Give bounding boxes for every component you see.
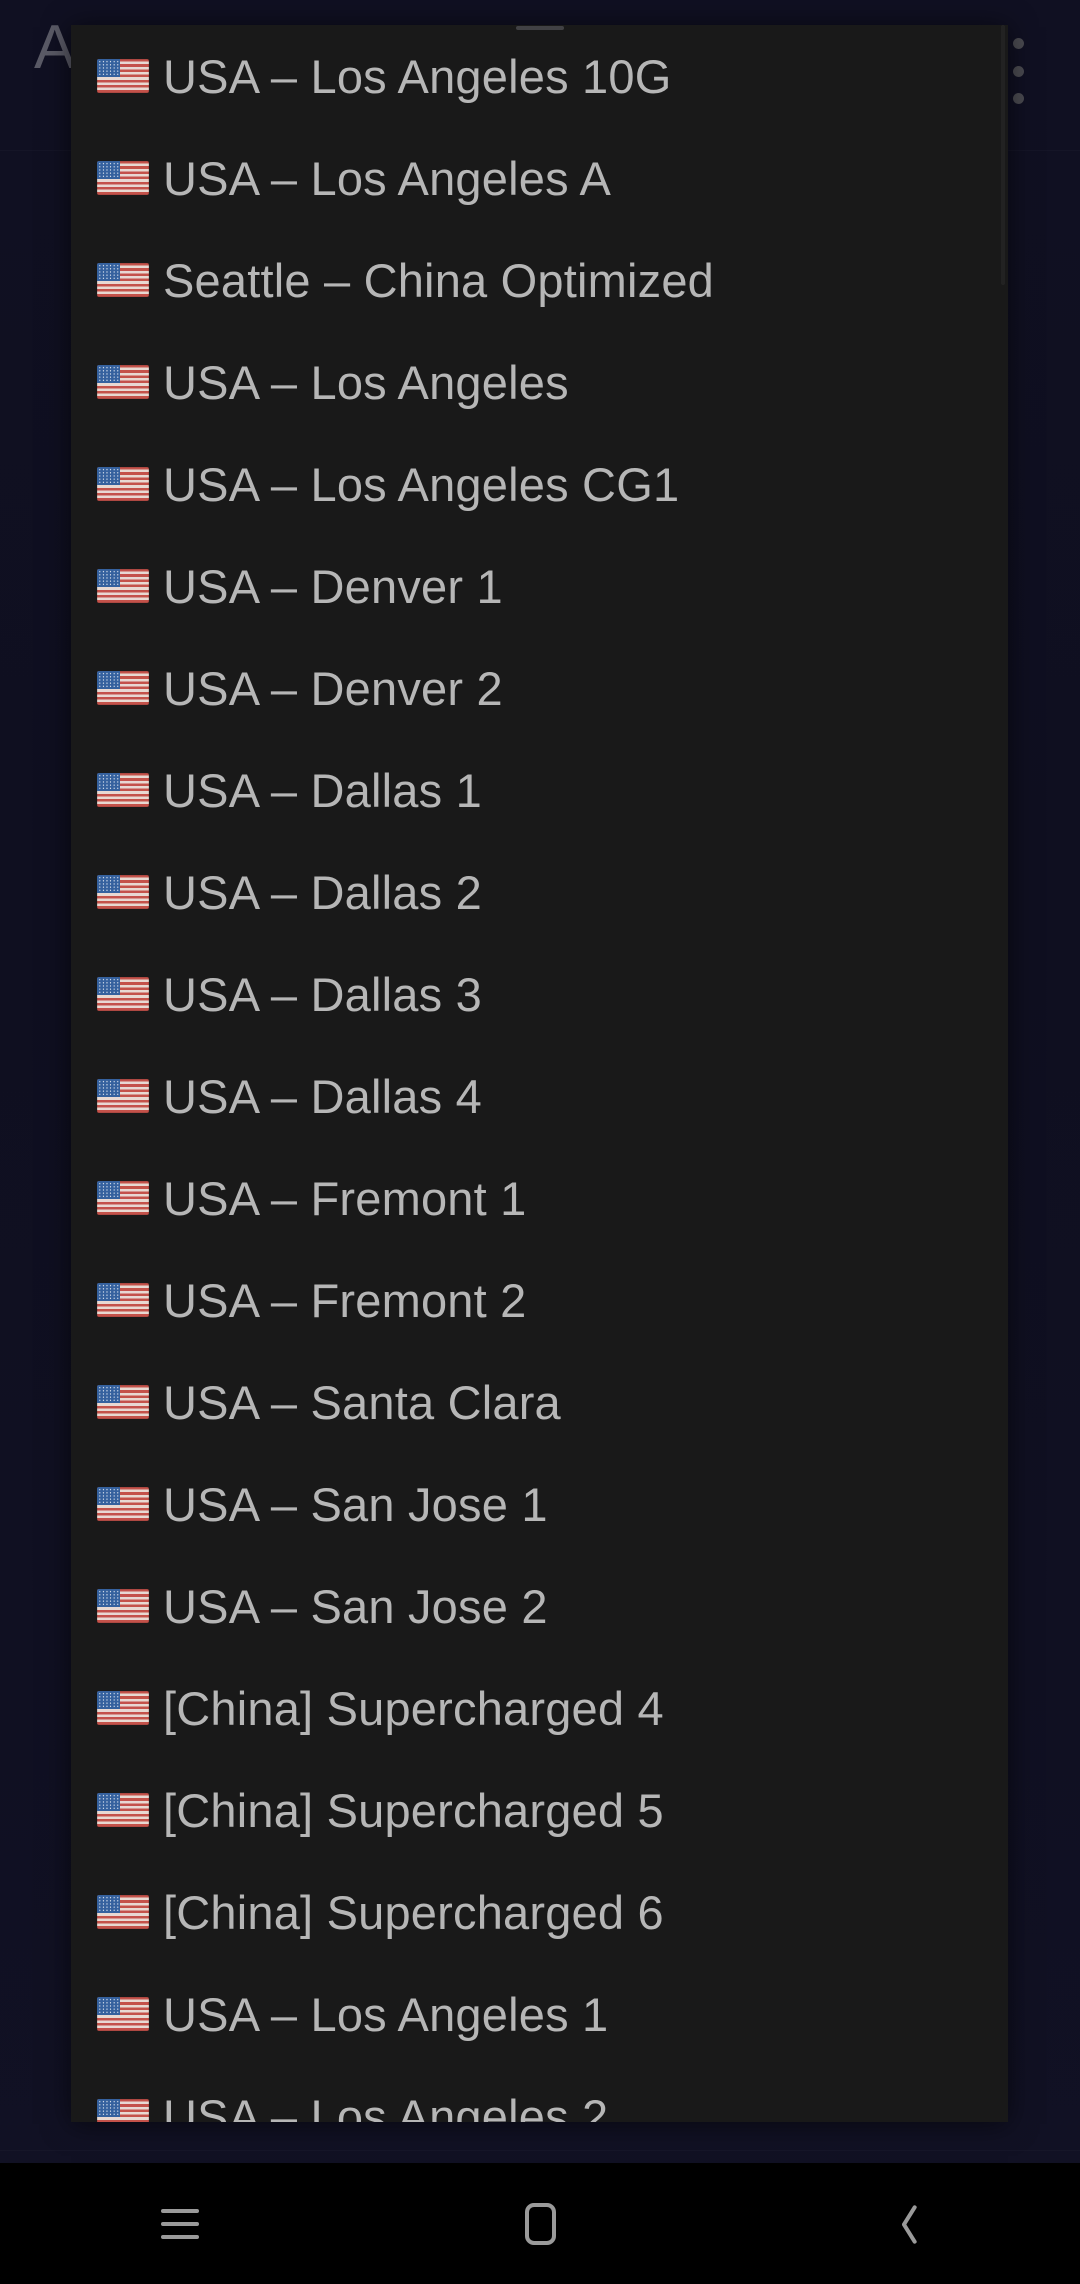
system-navigation-bar xyxy=(0,2163,1080,2284)
server-list-item[interactable]: USA – San Jose 2 xyxy=(71,1555,1008,1657)
usa-flag-icon xyxy=(97,263,149,297)
back-chevron-icon xyxy=(888,2203,912,2245)
server-list-item-label: USA – Santa Clara xyxy=(163,1375,561,1429)
server-list-item[interactable]: USA – Denver 2 xyxy=(71,637,1008,739)
server-list-item[interactable]: USA – Los Angeles CG1 xyxy=(71,433,1008,535)
usa-flag-icon xyxy=(97,1793,149,1827)
kebab-dot xyxy=(1012,38,1024,49)
server-list-item[interactable]: USA – San Jose 1 xyxy=(71,1453,1008,1555)
usa-flag-icon xyxy=(97,1589,149,1623)
phone-screen: A USA – Los Angeles 10G USA – Los Angeles… xyxy=(0,0,1080,2284)
server-list-item[interactable]: USA – Los Angeles 1 xyxy=(71,1963,1008,2065)
server-list-item[interactable]: USA – Fremont 1 xyxy=(71,1147,1008,1249)
usa-flag-icon xyxy=(97,2099,149,2122)
usa-flag-icon xyxy=(97,1691,149,1725)
usa-flag-icon xyxy=(97,671,149,705)
usa-flag-icon xyxy=(97,467,149,501)
server-list-item[interactable]: USA – Los Angeles 2 xyxy=(71,2065,1008,2122)
server-list-item-label: Seattle – China Optimized xyxy=(163,253,715,307)
server-list-item-label: USA – Dallas 3 xyxy=(163,967,482,1021)
server-list-item[interactable]: USA – Denver 1 xyxy=(71,535,1008,637)
server-list-item-label: USA – Los Angeles 10G xyxy=(163,49,672,103)
page-title: A xyxy=(34,13,76,82)
kebab-dot xyxy=(1012,93,1024,104)
server-list-item-label: USA – Denver 1 xyxy=(163,559,503,613)
server-list-item-label: USA – Denver 2 xyxy=(163,661,503,715)
server-list-item-label: USA – Los Angeles CG1 xyxy=(163,457,680,511)
server-list-item-label: USA – Los Angeles A xyxy=(163,151,612,205)
usa-flag-icon xyxy=(97,1895,149,1929)
server-list-item[interactable]: USA – Dallas 2 xyxy=(71,841,1008,943)
usa-flag-icon xyxy=(97,1487,149,1521)
server-list-item[interactable]: [China] Supercharged 5 xyxy=(71,1759,1008,1861)
usa-flag-icon xyxy=(97,1283,149,1317)
server-dropdown-panel[interactable]: USA – Los Angeles 10G USA – Los Angeles A… xyxy=(71,25,1008,2122)
server-list-item-label: USA – San Jose 2 xyxy=(163,1579,548,1633)
server-list-item-label: USA – Dallas 4 xyxy=(163,1069,482,1123)
usa-flag-icon xyxy=(97,773,149,807)
recents-icon xyxy=(161,2208,199,2239)
server-list-item-label: USA – Dallas 2 xyxy=(163,865,482,919)
server-list-item[interactable]: USA – Los Angeles A xyxy=(71,127,1008,229)
server-list-item-label: USA – Los Angeles 1 xyxy=(163,1987,609,2041)
server-list-item[interactable]: USA – Los Angeles 10G xyxy=(71,25,1008,127)
usa-flag-icon xyxy=(97,977,149,1011)
usa-flag-icon xyxy=(97,365,149,399)
server-list-item-label: [China] Supercharged 4 xyxy=(163,1681,664,1735)
server-list-item-label: USA – Los Angeles xyxy=(163,355,569,409)
usa-flag-icon xyxy=(97,1385,149,1419)
recents-button[interactable] xyxy=(90,2163,270,2284)
server-list: USA – Los Angeles 10G USA – Los Angeles A… xyxy=(71,25,1008,2122)
server-list-item[interactable]: USA – Dallas 4 xyxy=(71,1045,1008,1147)
usa-flag-icon xyxy=(97,1181,149,1215)
server-list-item[interactable]: Seattle – China Optimized xyxy=(71,229,1008,331)
server-list-item-label: [China] Supercharged 5 xyxy=(163,1783,664,1837)
home-icon xyxy=(524,2202,556,2245)
usa-flag-icon xyxy=(97,569,149,603)
usa-flag-icon xyxy=(97,875,149,909)
usa-flag-icon xyxy=(97,59,149,93)
usa-flag-icon xyxy=(97,1079,149,1113)
kebab-dot xyxy=(1012,65,1024,77)
server-list-item[interactable]: USA – Dallas 1 xyxy=(71,739,1008,841)
server-list-item-label: USA – Dallas 1 xyxy=(163,763,482,817)
server-list-item[interactable]: USA – Santa Clara xyxy=(71,1351,1008,1453)
server-list-item[interactable]: USA – Fremont 2 xyxy=(71,1249,1008,1351)
server-list-item[interactable]: USA – Los Angeles xyxy=(71,331,1008,433)
usa-flag-icon xyxy=(97,1997,149,2031)
server-list-item-label: [China] Supercharged 6 xyxy=(163,1885,664,1939)
server-list-item-label: USA – San Jose 1 xyxy=(163,1477,548,1531)
server-list-item[interactable]: [China] Supercharged 4 xyxy=(71,1657,1008,1759)
server-list-item-label: USA – Los Angeles 2 xyxy=(163,2089,609,2123)
server-list-item-label: USA – Fremont 1 xyxy=(163,1171,527,1225)
server-list-item-label: USA – Fremont 2 xyxy=(163,1273,527,1327)
usa-flag-icon xyxy=(97,161,149,195)
server-list-item[interactable]: USA – Dallas 3 xyxy=(71,943,1008,1045)
back-button[interactable] xyxy=(810,2163,990,2284)
home-button[interactable] xyxy=(450,2163,630,2284)
server-list-item[interactable]: [China] Supercharged 6 xyxy=(71,1861,1008,1963)
